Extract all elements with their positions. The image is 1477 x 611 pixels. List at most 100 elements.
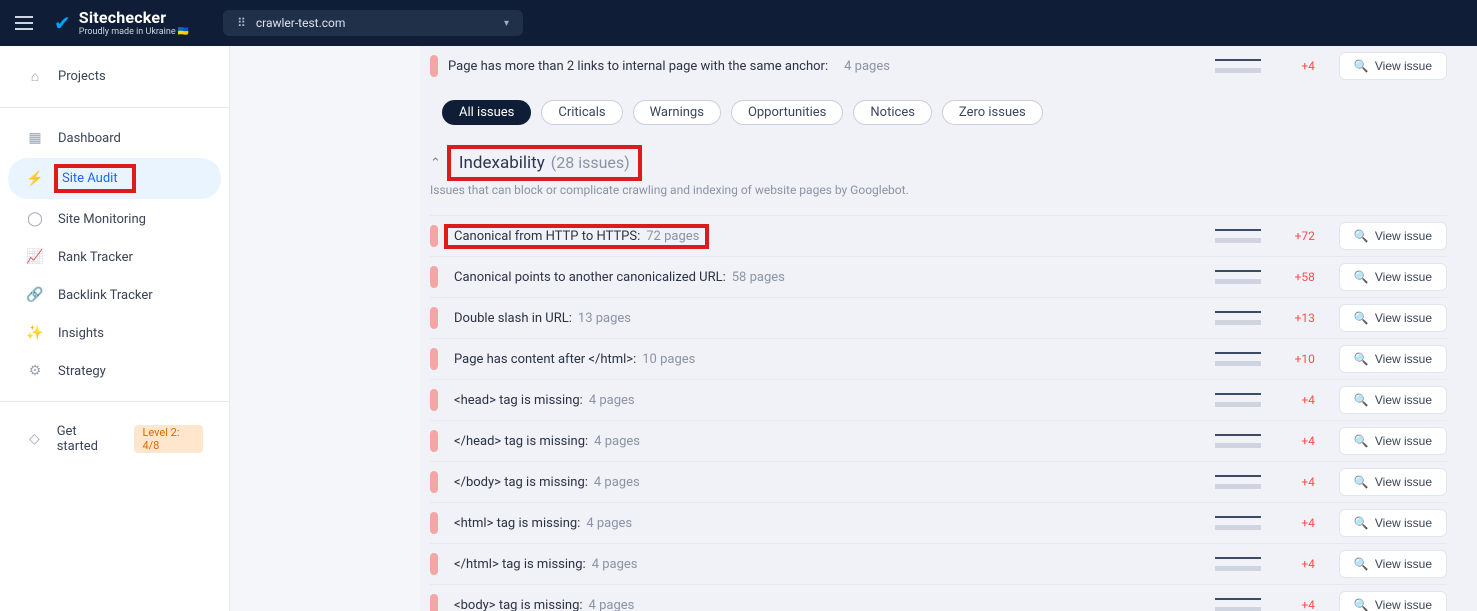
issue-title: </head> tag is missing: [454,434,588,449]
view-issue-button[interactable]: 🔍 View issue [1339,304,1447,332]
delta-value: +4 [1279,59,1315,73]
brand-logo[interactable]: ✔ Sitechecker Proudly made in Ukraine 🇺🇦 [54,10,189,37]
brand-subtitle: Proudly made in Ukraine 🇺🇦 [79,28,189,37]
filter-opportunities[interactable]: Opportunities [731,100,843,125]
issue-text-wrap: </body> tag is missing: 4 pages [448,474,646,491]
severity-indicator [430,553,438,575]
view-issue-button[interactable]: 🔍View issue [1339,550,1447,578]
issue-title: <html> tag is missing: [454,516,580,531]
severity-indicator [430,55,438,77]
filter-zero-issues[interactable]: Zero issues [942,100,1043,125]
sparkline-icon [1215,352,1261,366]
issue-title: <head> tag is missing: [454,393,583,408]
view-label: View issue [1375,434,1432,448]
sidebar-item-backlink-tracker[interactable]: 🔗 Backlink Tracker [8,277,221,313]
search-icon: 🔍 [1354,311,1369,325]
brand-name: Sitechecker [79,10,189,26]
filter-criticals[interactable]: Criticals [541,100,622,125]
sparkline-icon [1215,434,1261,448]
issue-row: Double slash in URL:13 pages +13 🔍 View iss… [430,297,1447,338]
section-title: Indexability [459,153,545,173]
filter-warnings[interactable]: Warnings [633,100,721,125]
issue-row: <head> tag is missing:4 pages+4🔍View iss… [430,379,1447,420]
sparkline-icon [1215,311,1261,325]
delta-value: +13 [1279,311,1315,325]
issue-count: 72 pages [646,229,699,244]
filter-notices[interactable]: Notices [853,100,932,125]
view-issue-button[interactable]: 🔍View issue [1339,263,1447,291]
view-issue-button[interactable]: 🔍View issue [1339,345,1447,373]
issue-title: </html> tag is missing: [454,557,586,572]
issues-list: Canonical from HTTP to HTTPS:72 pages+72… [430,215,1447,611]
delta-value: +4 [1279,516,1315,530]
view-label: View issue [1375,598,1432,611]
issue-title: </body> tag is missing: [454,475,588,490]
issue-row: <body> tag is missing:4 pages+4🔍View iss… [430,584,1447,611]
sidebar-item-label: Strategy [58,364,106,379]
issue-row: <html> tag is missing:4 pages+4🔍View iss… [430,502,1447,543]
sidebar-item-insights[interactable]: ✨ Insights [8,315,221,351]
sidebar-item-site-audit[interactable]: ⚡ Site Audit [8,158,221,199]
severity-indicator [430,471,438,493]
insights-icon: ✨ [26,325,44,341]
view-issue-button[interactable]: 🔍View issue [1339,468,1447,496]
search-icon: 🔍 [1354,270,1369,284]
rank-icon: 📈 [26,249,44,265]
sparkline-icon [1215,475,1261,489]
sidebar-item-rank-tracker[interactable]: 📈 Rank Tracker [8,239,221,275]
collapse-section-icon[interactable]: ⌃ [430,156,441,171]
view-issue-button[interactable]: 🔍View issue [1339,222,1447,250]
domain-name: crawler-test.com [256,16,346,30]
view-issue-button[interactable]: 🔍View issue [1339,427,1447,455]
issue-text-wrap: <body> tag is missing:4 pages [448,597,640,611]
sparkline-icon [1215,557,1261,571]
severity-indicator [430,389,438,411]
apps-grid-icon: ⠿ [237,16,246,30]
delta-value: +4 [1279,475,1315,489]
issue-text-wrap: Canonical points to another canonicalize… [448,269,791,286]
severity-indicator [430,307,438,329]
issue-title: Canonical points to another canonicalize… [454,270,726,285]
severity-indicator [430,594,438,611]
delta-value: +72 [1279,229,1315,243]
issue-row: Canonical from HTTP to HTTPS:72 pages+72… [430,215,1447,256]
sparkline-icon [1215,59,1261,73]
sidebar-item-strategy[interactable]: ⚙ Strategy [8,353,221,389]
sidebar-item-projects[interactable]: ⌂ Projects [8,58,221,95]
delta-value: +10 [1279,352,1315,366]
delta-value: +4 [1279,434,1315,448]
sidebar-item-site-monitoring[interactable]: ◯ Site Monitoring [8,201,221,237]
app-header: ✔ Sitechecker Proudly made in Ukraine 🇺🇦… [0,0,1477,46]
view-issue-button[interactable]: 🔍View issue [1339,509,1447,537]
view-issue-button[interactable]: 🔍View issue [1339,386,1447,414]
issue-row: Page has content after </html>:10 pages+… [430,338,1447,379]
section-header: ⌃ Indexability (28 issues) [430,149,1447,177]
sparkline-icon [1215,270,1261,284]
search-icon: 🔍 [1354,557,1369,571]
issue-title: Page has content after </html>: [454,352,636,367]
view-issue-button[interactable]: 🔍 View issue [1339,52,1447,80]
monitoring-icon: ◯ [26,211,44,227]
issue-title: Page has more than 2 links to internal p… [448,59,828,74]
view-issue-button[interactable]: 🔍View issue [1339,591,1447,611]
hamburger-icon[interactable] [10,9,38,37]
issue-count: 13 pages [578,311,631,326]
secondary-column [230,46,420,611]
sidebar-item-label: Site Monitoring [58,212,146,227]
search-icon: 🔍 [1354,516,1369,530]
view-label: View issue [1375,311,1432,325]
level-badge: Level 2: 4/8 [134,425,203,453]
severity-indicator [430,512,438,534]
domain-selector[interactable]: ⠿ crawler-test.com ▾ [223,10,523,36]
search-icon: 🔍 [1354,475,1369,489]
view-label: View issue [1375,393,1432,407]
sidebar-item-get-started[interactable]: ◇ Get started Level 2: 4/8 [8,414,221,464]
severity-indicator [430,266,438,288]
view-label: View issue [1375,229,1432,243]
sidebar-item-dashboard[interactable]: ▦ Dashboard [8,120,221,156]
audit-icon: ⚡ [26,171,44,187]
sparkline-icon [1215,393,1261,407]
filter-all-issues[interactable]: All issues [442,100,531,125]
issue-text-wrap: Double slash in URL:13 pages [448,310,637,327]
issue-count: 4 pages [594,475,640,490]
